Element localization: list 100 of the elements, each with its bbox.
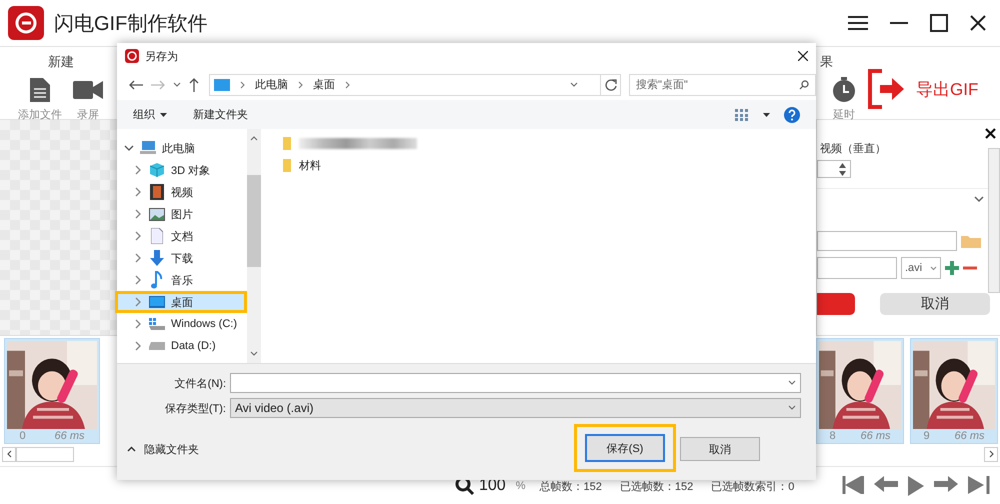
file-name[interactable]: 材料 [299,158,321,174]
dialog-title: 另存为 [145,50,179,64]
scroll-right-button[interactable] [984,446,998,462]
app-logo [8,6,44,40]
chevron-right-icon[interactable] [134,275,142,286]
tree-item[interactable]: 图片 [115,203,247,226]
path-field[interactable] [817,231,957,251]
dropdown-icon[interactable] [763,112,770,117]
add-icon[interactable] [945,261,959,275]
remove-icon[interactable] [963,266,977,270]
tree-item[interactable]: Data (D:) [115,335,247,358]
address-bar[interactable]: 此电脑 桌面 [209,74,601,96]
tree-item[interactable]: 文档 [115,225,247,248]
chevron-down-icon[interactable] [788,380,796,386]
chevron-right-icon[interactable] [134,187,142,198]
tree-item[interactable]: 音乐 [115,269,247,292]
chevron-down-icon[interactable] [974,195,984,203]
scroll-up-icon[interactable] [250,135,258,142]
back-icon[interactable] [129,80,143,90]
previous-frame-icon[interactable] [874,476,898,492]
stopwatch-icon [832,77,856,103]
selected-index: 已选帧数索引：0 [711,480,794,494]
up-icon[interactable] [189,78,199,92]
chevron-right-icon[interactable] [134,341,142,352]
view-icon[interactable] [735,108,749,121]
chevron-right-icon[interactable] [134,165,142,176]
hide-folders-toggle[interactable]: 隐藏文件夹 [127,442,199,456]
name-field[interactable] [817,257,897,279]
cancel-button[interactable]: 取消 [680,437,760,461]
document-icon [151,228,163,244]
blurred-file-name[interactable] [299,138,417,150]
cube-icon [150,163,164,178]
scroll-left-button[interactable] [2,446,16,462]
breadcrumb-item[interactable]: 此电脑 [255,77,288,92]
scroll-thumb[interactable] [16,446,74,462]
breadcrumb-item[interactable]: 桌面 [313,77,335,92]
close-icon[interactable] [985,128,996,139]
export-button[interactable]: 导出GIF [868,69,978,109]
tree-label: 文档 [171,230,193,244]
tree-label: Data (D:) [171,340,216,352]
organize-menu[interactable]: 组织 [133,107,167,122]
frame-duration: 66 ms [54,430,85,442]
save-button[interactable]: 保存(S) [585,434,665,462]
spin-arrows-icon[interactable] [839,162,846,176]
tree-item[interactable]: 视频 [115,181,247,204]
tree-item[interactable]: 桌面 [115,291,247,314]
chevron-down-icon [930,266,937,270]
refresh-icon[interactable] [604,78,616,91]
chevron-right-icon[interactable] [134,231,142,242]
close-icon[interactable] [798,51,808,62]
export-icon [868,69,906,109]
tree-item[interactable]: 3D 对象 [115,159,247,182]
play-icon[interactable] [908,476,924,496]
chevron-right-icon[interactable] [134,253,142,264]
scroll-down-icon[interactable] [250,350,258,357]
tree-label: 图片 [171,208,193,222]
file-name-field[interactable] [230,373,801,393]
download-icon [150,250,164,266]
app-title: 闪电GIF制作软件 [54,12,208,36]
first-frame-icon[interactable] [842,476,864,494]
scrollbar[interactable] [247,129,261,363]
chevron-right-icon[interactable] [134,209,142,220]
music-note-icon [151,271,163,290]
close-icon[interactable] [970,15,986,31]
new-folder-button[interactable]: 新建文件夹 [193,107,248,122]
spin-box[interactable] [817,160,851,178]
tree-label: 下载 [171,252,193,266]
toolbar-button[interactable]: 延时 [826,77,862,122]
chevron-right-icon[interactable] [134,319,142,330]
search-field[interactable]: 搜索"桌面" [629,74,816,96]
chevron-right-icon[interactable] [134,297,142,308]
tree-label: 视频 [171,186,193,200]
computer-icon [140,141,156,156]
desktop-icon [149,296,165,308]
toolbar-button[interactable]: 录屏 [70,77,106,122]
chevron-down-icon[interactable] [124,144,134,152]
help-icon[interactable] [784,106,800,123]
tree-item[interactable]: 此电脑 [115,137,247,160]
group-label: 果 [820,53,833,71]
frame-count: 总帧数：152 [539,480,602,494]
file-type-dropdown[interactable]: Avi video (.avi) [230,398,801,418]
last-frame-icon[interactable] [968,476,990,494]
video-camera-icon [73,79,103,101]
cancel-button[interactable]: 取消 [880,293,990,315]
format-dropdown[interactable]: .avi [901,257,941,279]
chevron-down-icon[interactable] [173,82,181,88]
image-icon [149,208,165,221]
menu-icon[interactable] [848,15,868,31]
selected-count: 已选帧数：152 [620,480,694,494]
chevron-down-icon[interactable] [570,82,578,88]
frame-index: 9 [923,430,930,442]
maximize-icon[interactable] [930,14,948,32]
document-icon [30,78,50,102]
tree-item[interactable]: 下载 [115,247,247,270]
toolbar-button[interactable]: 添加文件 [18,77,62,122]
chevron-left-icon [6,450,12,458]
next-frame-icon[interactable] [934,476,958,492]
chevron-right-icon[interactable] [345,80,350,89]
scrollbar[interactable] [988,148,1000,293]
tree-item[interactable]: Windows (C:) [115,313,247,336]
